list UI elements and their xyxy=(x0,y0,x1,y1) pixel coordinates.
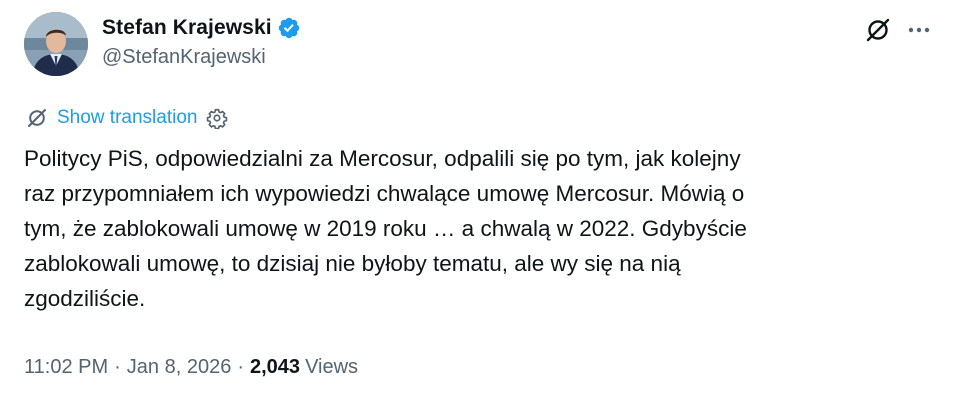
tweet-text-line: raz przypomniałem ich wypowiedzi chwaląc… xyxy=(24,181,745,206)
meta-separator: · xyxy=(114,356,121,378)
author-display-name[interactable]: Stefan Krajewski xyxy=(102,16,272,40)
tweet-date[interactable]: Jan 8, 2026 xyxy=(127,356,232,379)
tweet-text: Politycy PiS, odpowiedzialni za Mercosur… xyxy=(24,141,934,316)
verified-badge-icon[interactable] xyxy=(277,16,301,40)
translate-icon xyxy=(26,107,48,129)
tweet-time[interactable]: 11:02 PM xyxy=(24,356,108,379)
tweet-top-actions xyxy=(864,16,932,44)
author-handle[interactable]: @StefanKrajewski xyxy=(102,46,301,69)
avatar[interactable] xyxy=(24,12,88,76)
tweet-text-line: zgodziliście. xyxy=(24,286,146,311)
tweet-text-line: Politycy PiS, odpowiedzialni za Mercosur… xyxy=(24,146,741,171)
tweet-card: Stefan Krajewski @StefanKrajewski Show t… xyxy=(0,0,956,412)
author-block: Stefan Krajewski @StefanKrajewski xyxy=(102,14,301,69)
author-name-row: Stefan Krajewski xyxy=(102,14,301,42)
tweet-text-line: tym, że zablokowali umowę w 2019 roku … … xyxy=(24,216,747,241)
translation-row: Show translation xyxy=(26,104,228,132)
more-horizontal-icon[interactable] xyxy=(906,17,932,43)
avatar-image xyxy=(24,12,88,76)
views-count: 2,043 xyxy=(250,356,301,378)
grok-slash-icon[interactable] xyxy=(864,16,892,44)
meta-separator: · xyxy=(237,356,244,378)
show-translation-link[interactable]: Show translation xyxy=(57,107,197,129)
tweet-meta: 11:02 PM · Jan 8, 2026 · 2,043 Views xyxy=(24,356,358,379)
gear-icon[interactable] xyxy=(206,107,228,130)
tweet-text-line: zablokowali umowę, to dzisiaj nie byłoby… xyxy=(24,251,681,276)
views-label: Views xyxy=(305,356,359,378)
